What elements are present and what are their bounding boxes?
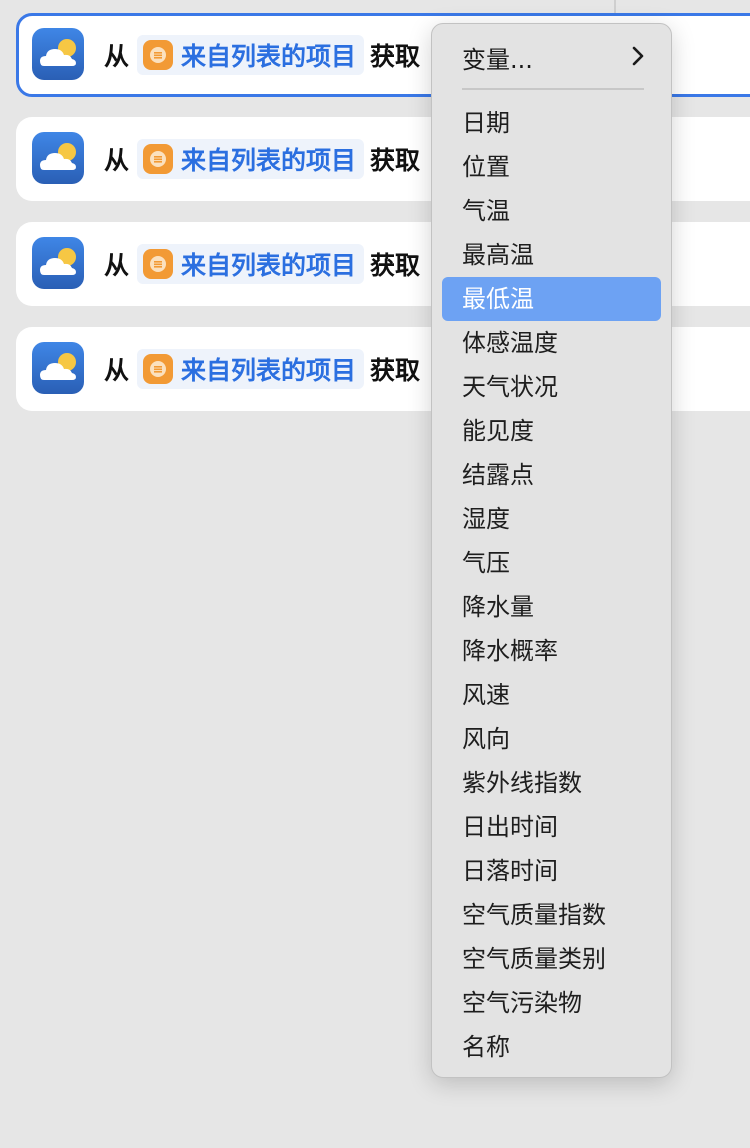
menu-item[interactable]: 日出时间 bbox=[442, 805, 661, 849]
weather-icon bbox=[32, 132, 84, 184]
menu-item[interactable]: 位置 bbox=[442, 145, 661, 189]
menu-item[interactable]: 降水量 bbox=[442, 585, 661, 629]
weather-icon bbox=[32, 342, 84, 394]
menu-item-list: 日期 位置 气温 最高温 最低温 体感温度 天气状况 能见度 结露点 湿度 气压 降水量 降水概率 风速风… bbox=[432, 101, 671, 1069]
menu-item[interactable]: 能见度 bbox=[442, 409, 661, 453]
weather-icon bbox=[32, 237, 84, 289]
token-label: 来自列表的项目 bbox=[181, 42, 357, 71]
row-prefix: 从 bbox=[104, 42, 130, 71]
menu-item[interactable]: 日期 bbox=[442, 101, 661, 145]
chevron-right-icon bbox=[631, 45, 645, 71]
menu-item[interactable]: 气温 bbox=[442, 189, 661, 233]
variables-submenu-item[interactable]: 变量... bbox=[432, 35, 671, 79]
token-label: 来自列表的项目 bbox=[181, 146, 357, 175]
divider-line bbox=[614, 0, 616, 14]
menu-item[interactable]: 气压 bbox=[442, 541, 661, 585]
row-prefix: 从 bbox=[104, 251, 130, 280]
row-prefix: 从 bbox=[104, 146, 130, 175]
menu-item[interactable]: 天气状况 bbox=[442, 365, 661, 409]
variable-context-menu: 变量... 日期 位置 气温 最高温 最低温 体感温度 天气状况 能见度 结露点 湿度 气压 降水量降… bbox=[431, 23, 672, 1078]
list-item-token[interactable]: 来自列表的项目 bbox=[137, 139, 365, 179]
row-suffix: 获取 bbox=[370, 42, 421, 71]
list-icon bbox=[143, 144, 174, 174]
menu-item[interactable]: 降水概率 bbox=[442, 629, 661, 673]
row-prefix: 从 bbox=[104, 356, 130, 385]
row-suffix: 获取 bbox=[370, 146, 421, 175]
list-icon bbox=[143, 249, 174, 279]
menu-item[interactable]: 空气质量类别 bbox=[442, 937, 661, 981]
menu-item[interactable]: 风向 bbox=[442, 717, 661, 761]
list-item-token[interactable]: 来自列表的项目 bbox=[137, 35, 365, 75]
menu-item[interactable]: 风速 bbox=[442, 673, 661, 717]
token-label: 来自列表的项目 bbox=[181, 356, 357, 385]
row-suffix: 获取 bbox=[370, 356, 421, 385]
menu-item[interactable]: 结露点 bbox=[442, 453, 661, 497]
menu-item[interactable]: 最低温 bbox=[442, 277, 661, 321]
list-icon bbox=[143, 354, 174, 384]
variables-submenu-label: 变量... bbox=[462, 45, 533, 74]
menu-item[interactable]: 体感温度 bbox=[442, 321, 661, 365]
token-label: 来自列表的项目 bbox=[181, 251, 357, 280]
menu-item[interactable]: 日落时间 bbox=[442, 849, 661, 893]
menu-item[interactable]: 名称 bbox=[442, 1025, 661, 1069]
list-item-token[interactable]: 来自列表的项目 bbox=[137, 349, 365, 389]
list-icon bbox=[143, 40, 174, 70]
menu-item[interactable]: 紫外线指数 bbox=[442, 761, 661, 805]
list-item-token[interactable]: 来自列表的项目 bbox=[137, 244, 365, 284]
row-suffix: 获取 bbox=[370, 251, 421, 280]
menu-item[interactable]: 湿度 bbox=[442, 497, 661, 541]
menu-separator bbox=[462, 88, 644, 90]
menu-item[interactable]: 空气质量指数 bbox=[442, 893, 661, 937]
menu-item[interactable]: 空气污染物 bbox=[442, 981, 661, 1025]
menu-item[interactable]: 最高温 bbox=[442, 233, 661, 277]
weather-icon bbox=[32, 28, 84, 80]
